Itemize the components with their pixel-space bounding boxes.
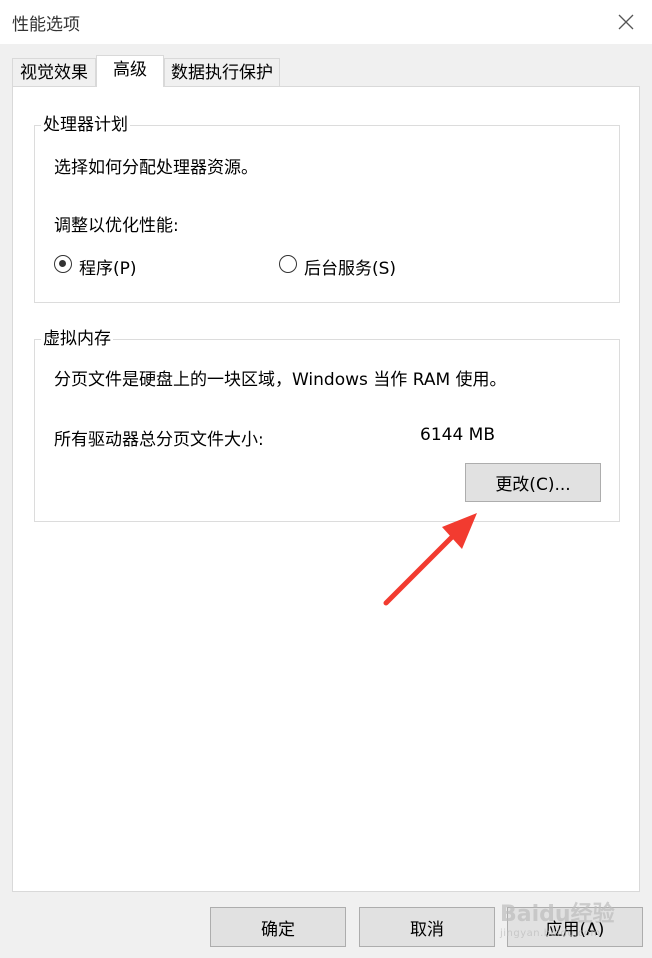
virtual-memory-description: 分页文件是硬盘上的一块区域，Windows 当作 RAM 使用。	[54, 370, 507, 390]
radio-selected-icon	[54, 255, 72, 273]
change-button[interactable]: 更改(C)...	[465, 463, 601, 502]
radio-background-services[interactable]: 后台服务(S)	[279, 254, 499, 279]
processor-scheduling-legend: 处理器计划	[41, 115, 130, 135]
processor-description: 选择如何分配处理器资源。	[54, 158, 258, 178]
cancel-button[interactable]: 取消	[359, 907, 495, 947]
title-bar: 性能选项	[0, 0, 652, 44]
paging-total-value: 6144 MB	[420, 425, 495, 445]
tab-dep[interactable]: 数据执行保护	[164, 58, 280, 86]
close-button[interactable]	[600, 0, 652, 44]
tab-visual-effects[interactable]: 视觉效果	[12, 58, 96, 86]
annotation-arrow-icon	[383, 513, 477, 606]
adjust-label: 调整以优化性能:	[54, 216, 179, 236]
radio-programs-label: 程序(P)	[79, 259, 137, 279]
radio-background-label: 后台服务(S)	[304, 259, 397, 279]
watermark: Baidu经验 jingyan.baidu.com	[500, 896, 615, 939]
tab-advanced[interactable]: 高级	[96, 55, 164, 87]
processor-scheduling-group: 处理器计划 选择如何分配处理器资源。 调整以优化性能: 程序(P) 后台服务(S…	[34, 115, 620, 303]
virtual-memory-group: 虚拟内存 分页文件是硬盘上的一块区域，Windows 当作 RAM 使用。 所有…	[34, 329, 620, 522]
watermark-brand: Baidu经验	[500, 902, 615, 927]
watermark-url: jingyan.baidu.com	[500, 928, 601, 939]
close-icon	[618, 14, 634, 30]
radio-programs[interactable]: 程序(P)	[54, 254, 254, 279]
paging-total-label: 所有驱动器总分页文件大小:	[54, 430, 264, 450]
virtual-memory-legend: 虚拟内存	[41, 329, 113, 349]
window-title: 性能选项	[12, 15, 80, 35]
ok-button[interactable]: 确定	[210, 907, 346, 947]
radio-unselected-icon	[279, 255, 297, 273]
